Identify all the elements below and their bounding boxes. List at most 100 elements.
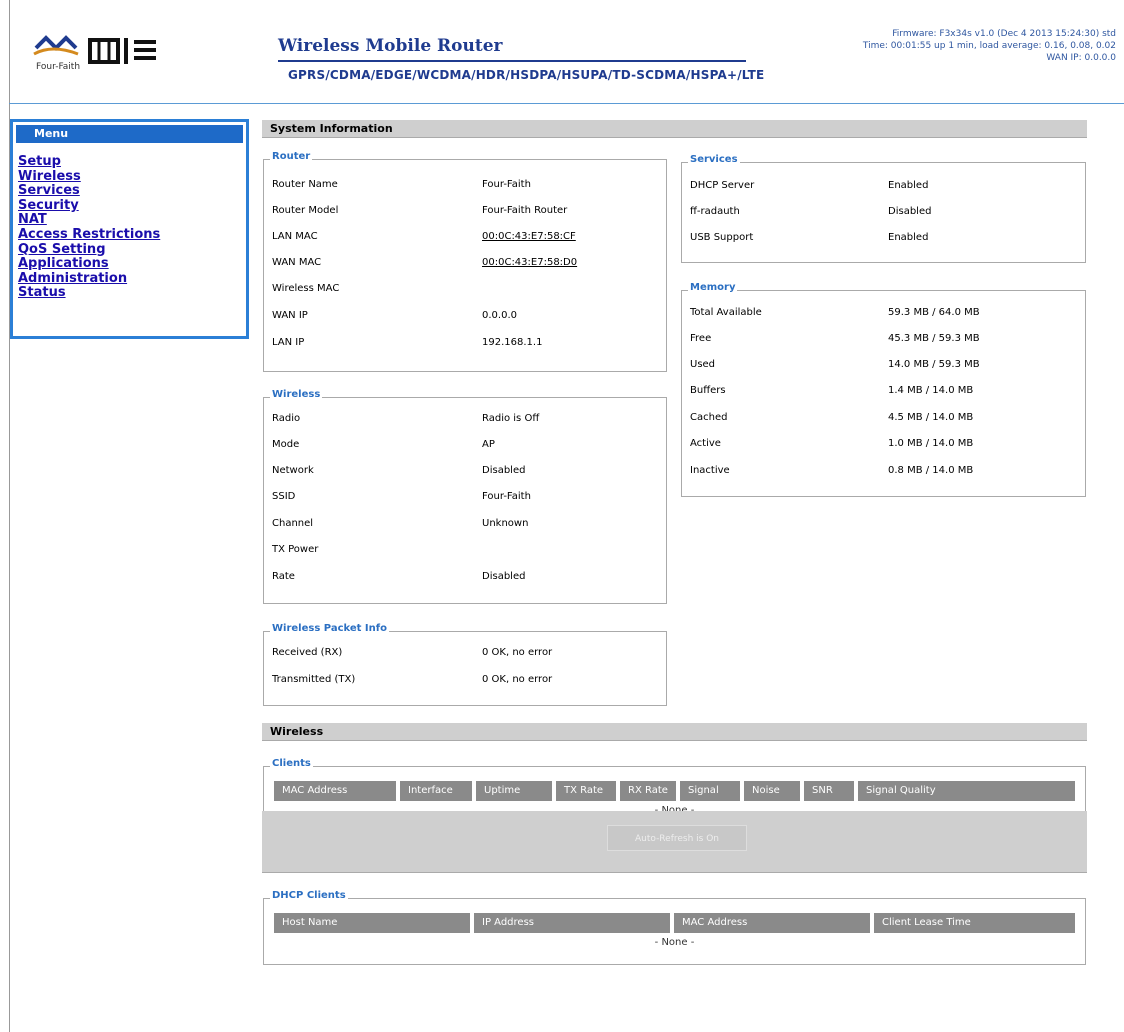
memory-fieldset: Memory Total Available 59.3 MB / 64.0 MB … — [681, 282, 1086, 497]
info-label: Total Available — [690, 307, 762, 318]
column-header: TX Rate — [556, 781, 616, 801]
info-row: LAN IP 192.168.1.1 — [272, 337, 658, 351]
info-row: DHCP Server Enabled — [690, 180, 1077, 194]
auto-refresh-button[interactable]: Auto-Refresh is On — [607, 825, 747, 851]
info-row: Cached 4.5 MB / 14.0 MB — [690, 412, 1077, 426]
info-row: USB Support Enabled — [690, 232, 1077, 246]
info-label: Rate — [272, 571, 295, 582]
info-label: Router Name — [272, 179, 338, 190]
info-value: 0.0.0.0 — [482, 310, 517, 321]
info-label: LAN MAC — [272, 231, 318, 242]
info-value: 45.3 MB / 59.3 MB — [888, 333, 980, 344]
menu-title: Menu — [16, 125, 243, 143]
menu-item-services[interactable]: Services — [18, 183, 80, 198]
info-row: Buffers 1.4 MB / 14.0 MB — [690, 385, 1077, 399]
column-header: SNR — [804, 781, 854, 801]
info-label: Wireless MAC — [272, 283, 340, 294]
info-row: LAN MAC 00:0C:43:E7:58:CF — [272, 231, 658, 245]
info-value: Four-Faith Router — [482, 205, 568, 216]
menu-item-status[interactable]: Status — [18, 285, 66, 301]
dhcp-empty-message: - None - — [654, 937, 695, 948]
info-label: DHCP Server — [690, 180, 755, 191]
info-value: 14.0 MB / 59.3 MB — [888, 359, 980, 370]
info-value: AP — [482, 439, 495, 450]
info-value: Disabled — [482, 465, 526, 476]
info-row: Transmitted (TX) 0 OK, no error — [272, 674, 658, 688]
info-label: Inactive — [690, 465, 730, 476]
packet-legend: Wireless Packet Info — [270, 623, 389, 634]
product-subtitle: GPRS/CDMA/EDGE/WCDMA/HDR/HSDPA/HSUPA/TD-… — [288, 68, 765, 82]
info-row: Total Available 59.3 MB / 64.0 MB — [690, 307, 1077, 321]
header-divider — [9, 103, 1124, 104]
wireless-packet-fieldset: Wireless Packet Info Received (RX) 0 OK, … — [263, 623, 667, 706]
menu-item-security[interactable]: Security — [18, 198, 79, 213]
column-header: Signal — [680, 781, 740, 801]
info-value: 0 OK, no error — [482, 674, 553, 685]
menu-item-nat[interactable]: NAT — [18, 212, 47, 228]
info-label: Received (RX) — [272, 647, 343, 658]
info-label: Router Model — [272, 205, 339, 216]
info-row: Wireless MAC — [272, 283, 658, 297]
info-value: 0 OK, no error — [482, 647, 553, 658]
info-row: Rate Disabled — [272, 571, 658, 585]
services-legend: Services — [688, 154, 740, 165]
dhcp-table-header: Host Name IP Address MAC Address Client … — [274, 913, 1075, 933]
menu-item-setup[interactable]: Setup — [18, 154, 61, 169]
info-label: LAN IP — [272, 337, 305, 348]
info-row: Mode AP — [272, 439, 658, 453]
lan-mac-link[interactable]: 00:0C:43:E7:58:CF — [482, 231, 576, 242]
info-row: SSID Four-Faith — [272, 491, 658, 505]
info-value: 0.8 MB / 14.0 MB — [888, 465, 974, 476]
info-label: USB Support — [690, 232, 754, 243]
wan-mac-link[interactable]: 00:0C:43:E7:58:D0 — [482, 257, 577, 268]
info-value: Enabled — [888, 232, 929, 243]
info-row: Received (RX) 0 OK, no error — [272, 647, 658, 661]
info-row: Router Model Four-Faith Router — [272, 205, 658, 219]
info-value: 4.5 MB / 14.0 MB — [888, 412, 974, 423]
info-label: Cached — [690, 412, 728, 423]
column-header: RX Rate — [620, 781, 676, 801]
wireless-section-header: Wireless — [262, 723, 1087, 741]
column-header: MAC Address — [274, 781, 396, 801]
menu-item-wireless[interactable]: Wireless — [18, 169, 81, 184]
menu-item-qos-setting[interactable]: QoS Setting — [18, 242, 106, 257]
side-menu: Menu Setup Wireless Services Security NA… — [10, 119, 249, 339]
info-row: WAN IP 0.0.0.0 — [272, 310, 658, 324]
router-legend: Router — [270, 151, 313, 162]
menu-item-access-restrictions[interactable]: Access Restrictions — [18, 227, 160, 242]
column-header: Client Lease Time — [874, 913, 1075, 933]
column-header: IP Address — [474, 913, 670, 933]
services-fieldset: Services DHCP Server Enabled ff-radauth Di… — [681, 154, 1086, 263]
uptime-info: Time: 00:01:55 up 1 min, load average: 0… — [862, 41, 1116, 51]
info-label: Buffers — [690, 385, 726, 396]
column-header: Interface — [400, 781, 472, 801]
info-label: TX Power — [272, 544, 319, 555]
system-information-header: System Information — [262, 120, 1087, 138]
info-row: Channel Unknown — [272, 518, 658, 532]
info-value: Four-Faith — [482, 179, 531, 190]
info-row: Network Disabled — [272, 465, 658, 479]
menu-item-administration[interactable]: Administration — [18, 271, 127, 286]
menu-item-applications[interactable]: Applications — [18, 256, 109, 271]
info-label: Free — [690, 333, 712, 344]
header-status: Firmware: F3x34s v1.0 (Dec 4 2013 15:24:… — [863, 28, 1116, 64]
product-title: Wireless Mobile Router — [278, 36, 503, 56]
info-row: Radio Radio is Off — [272, 413, 658, 427]
info-label: Channel — [272, 518, 314, 529]
info-label: WAN IP — [272, 310, 308, 321]
info-value: Disabled — [482, 571, 526, 582]
info-row: Used 14.0 MB / 59.3 MB — [690, 359, 1077, 373]
memory-legend: Memory — [688, 282, 738, 293]
firmware-info: Firmware: F3x34s v1.0 (Dec 4 2013 15:24:… — [892, 29, 1116, 39]
info-label: Transmitted (TX) — [272, 674, 356, 685]
info-label: WAN MAC — [272, 257, 322, 268]
info-label: Network — [272, 465, 314, 476]
info-row: Free 45.3 MB / 59.3 MB — [690, 333, 1077, 347]
info-value: 192.168.1.1 — [482, 337, 543, 348]
column-header: Uptime — [476, 781, 552, 801]
info-value: 59.3 MB / 64.0 MB — [888, 307, 980, 318]
router-fieldset: Router Router Name Four-Faith Router Mode… — [263, 151, 667, 372]
four-faith-logo: Four-Faith — [32, 34, 212, 84]
info-value: Enabled — [888, 180, 929, 191]
dhcp-clients-legend: DHCP Clients — [270, 890, 348, 901]
